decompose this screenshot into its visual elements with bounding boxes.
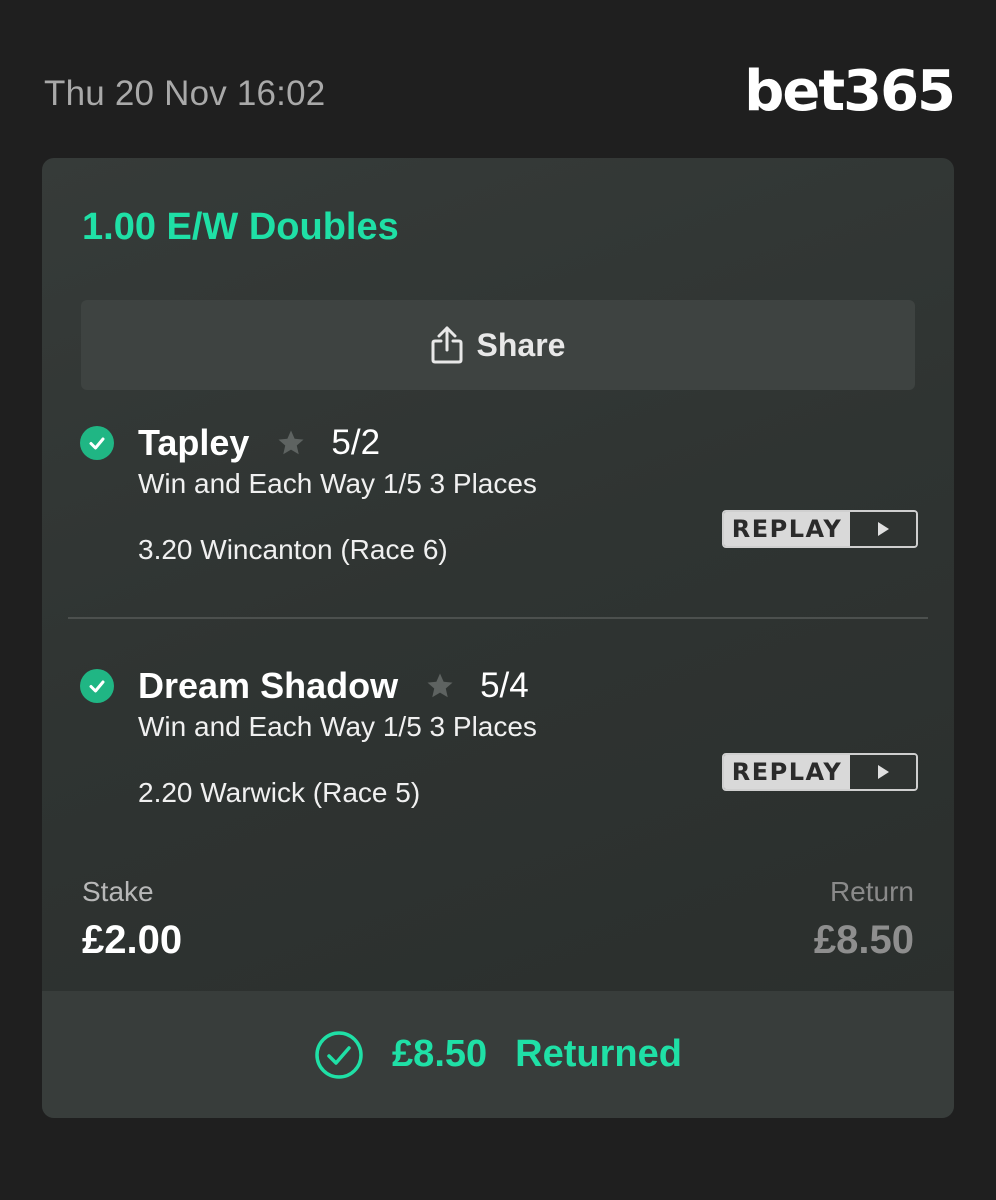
play-icon [850, 512, 916, 546]
check-circle-icon [80, 426, 114, 460]
share-button[interactable]: Share [81, 300, 915, 390]
selection-odds: 5/4 [480, 666, 529, 705]
stake-value: £2.00 [82, 918, 183, 962]
bet-card: 1.00 E/W Doubles Share Tapley 5/2 Win an… [42, 158, 954, 1118]
play-icon [850, 755, 916, 789]
replay-button[interactable]: REPLAY [722, 510, 918, 548]
horse-name: Tapley [138, 422, 250, 463]
check-circle-icon [80, 669, 114, 703]
return-value: £8.50 [813, 918, 914, 962]
market-description: Win and Each Way 1/5 3 Places [138, 711, 537, 742]
selection-header: Dream Shadow 5/4 [138, 663, 529, 709]
replay-button[interactable]: REPLAY [722, 753, 918, 791]
returned-label: Returned [515, 1033, 682, 1075]
header: Thu 20 Nov 16:02 bet365 [44, 59, 956, 130]
stake-label: Stake [82, 876, 154, 907]
replay-label: REPLAY [724, 512, 850, 546]
share-icon [431, 326, 463, 364]
bet-title: 1.00 E/W Doubles [82, 206, 399, 248]
bet365-logo: bet365 [744, 59, 956, 124]
star-icon[interactable] [275, 427, 307, 459]
replay-label: REPLAY [724, 755, 850, 789]
selection-header: Tapley 5/2 [138, 420, 380, 466]
check-outline-circle-icon [314, 1030, 364, 1080]
horse-name: Dream Shadow [138, 665, 399, 706]
return-label: Return [829, 876, 914, 907]
bet-receipt-page: Thu 20 Nov 16:02 bet365 1.00 E/W Doubles… [0, 0, 996, 1200]
bet-datetime: Thu 20 Nov 16:02 [44, 74, 326, 113]
race-info: 2.20 Warwick (Race 5) [138, 777, 421, 808]
race-info: 3.20 Wincanton (Race 6) [138, 534, 448, 565]
star-icon[interactable] [424, 670, 456, 702]
selection-odds: 5/2 [331, 423, 381, 462]
selection-divider [68, 617, 928, 619]
share-label: Share [476, 326, 566, 363]
returned-banner: £8.50 Returned [42, 991, 954, 1118]
market-description: Win and Each Way 1/5 3 Places [138, 468, 537, 499]
returned-amount: £8.50 [392, 1033, 488, 1075]
